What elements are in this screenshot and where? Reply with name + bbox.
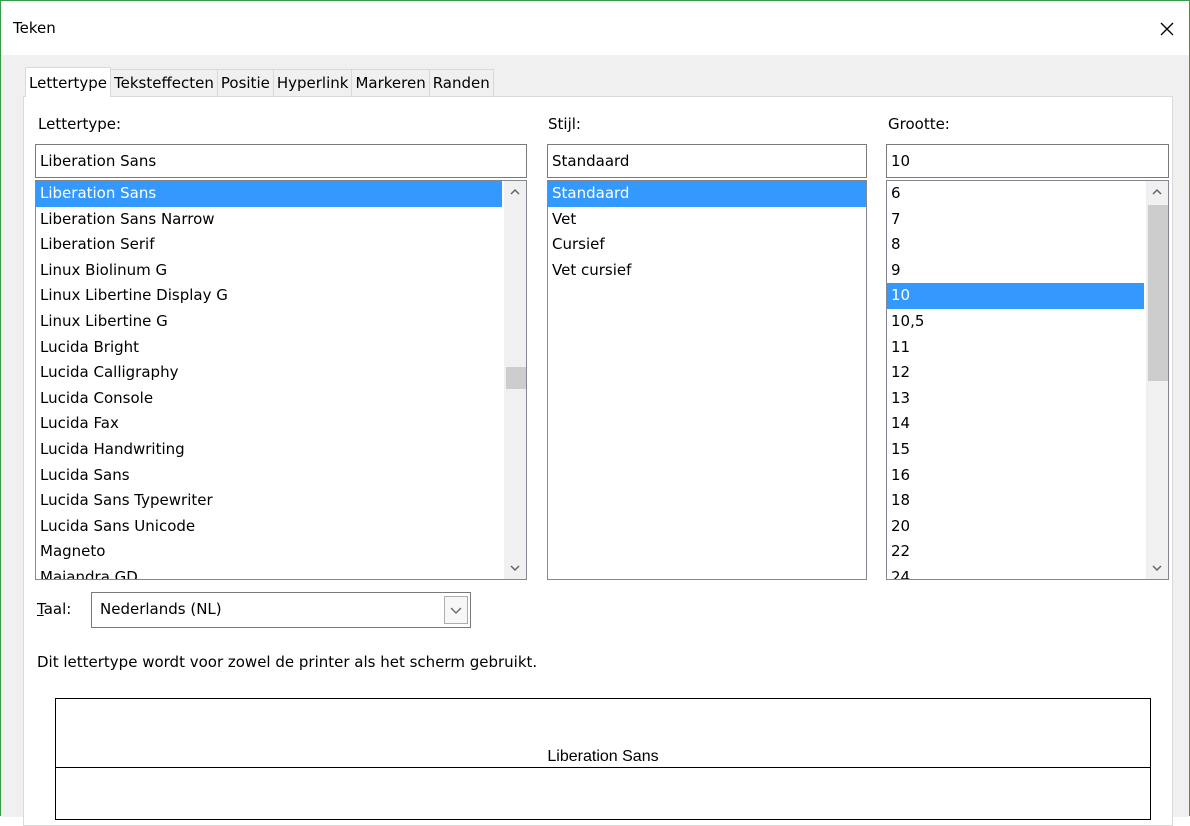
size-list-scrollbar[interactable] xyxy=(1146,181,1168,579)
font-list-item[interactable]: Lucida Sans Unicode xyxy=(36,514,502,540)
character-dialog: Teken Lettertype Teksteffecten Positie H… xyxy=(0,0,1190,826)
size-list-item[interactable]: 6 xyxy=(887,181,1144,207)
font-list-item[interactable]: Liberation Sans xyxy=(36,181,502,207)
preview-baseline xyxy=(56,767,1150,768)
font-list-item[interactable]: Lucida Fax xyxy=(36,411,502,437)
tab-positie[interactable]: Positie xyxy=(216,69,274,97)
style-list-item[interactable]: Vet cursief xyxy=(548,258,866,284)
style-list[interactable]: Standaard Vet Cursief Vet cursief xyxy=(547,180,867,580)
size-list-item[interactable]: 18 xyxy=(887,488,1144,514)
size-list-item[interactable]: 9 xyxy=(887,258,1144,284)
size-list-items: 6 7 8 9 10 10,5 11 12 13 14 15 16 18 20 22 24 xyxy=(887,181,1168,579)
style-list-item[interactable]: Vet xyxy=(548,207,866,233)
dropdown-arrow-button[interactable] xyxy=(444,596,468,624)
language-label-accelerator: T xyxy=(37,600,44,618)
scrollbar-thumb[interactable] xyxy=(1148,205,1168,381)
chevron-up-icon xyxy=(510,189,520,195)
tab-teksteffecten[interactable]: Teksteffecten xyxy=(110,69,218,97)
size-list-item[interactable]: 16 xyxy=(887,463,1144,489)
style-field[interactable]: Standaard xyxy=(547,144,867,178)
chevron-down-icon xyxy=(1152,565,1162,571)
tab-markeren[interactable]: Markeren xyxy=(351,69,430,97)
style-label: Stijl: xyxy=(548,115,581,133)
font-info-text: Dit lettertype wordt voor zowel de print… xyxy=(37,653,538,671)
font-list-item[interactable]: Lucida Calligraphy xyxy=(36,360,502,386)
size-list-item[interactable]: 13 xyxy=(887,386,1144,412)
chevron-down-icon xyxy=(510,565,520,571)
tab-lettertype[interactable]: Lettertype xyxy=(25,67,111,97)
preview-text: Liberation Sans xyxy=(545,748,661,765)
size-list-item[interactable]: 22 xyxy=(887,539,1144,565)
tab-hyperlink[interactable]: Hyperlink xyxy=(272,69,353,97)
size-list-item[interactable]: 7 xyxy=(887,207,1144,233)
font-list-item[interactable]: Lucida Bright xyxy=(36,335,502,361)
font-list-item[interactable]: Lucida Handwriting xyxy=(36,437,502,463)
window-title: Teken xyxy=(13,19,56,37)
font-list-item[interactable]: Lucida Sans xyxy=(36,463,502,489)
chevron-up-icon xyxy=(1152,189,1162,195)
close-button[interactable] xyxy=(1145,9,1189,49)
font-list-item[interactable]: Lucida Sans Typewriter xyxy=(36,488,502,514)
chevron-down-icon xyxy=(450,607,462,614)
style-list-item[interactable]: Cursief xyxy=(548,232,866,258)
font-list-item[interactable]: Magneto xyxy=(36,539,502,565)
size-list-item[interactable]: 11 xyxy=(887,335,1144,361)
size-list-item[interactable]: 10 xyxy=(887,283,1144,309)
preview-text-row: Liberation Sans xyxy=(56,747,1150,766)
font-list[interactable]: Liberation Sans Liberation Sans Narrow Lib… xyxy=(35,180,527,580)
font-list-item[interactable]: Liberation Serif xyxy=(36,232,502,258)
language-label: Taal: xyxy=(37,600,71,618)
font-list-items: Liberation Sans Liberation Sans Narrow Lib… xyxy=(36,181,526,579)
size-list-item[interactable]: 12 xyxy=(887,360,1144,386)
scroll-down-button[interactable] xyxy=(1146,557,1168,579)
font-list-item[interactable]: Maiandra GD xyxy=(36,565,502,579)
font-list-item[interactable]: Linux Libertine Display G xyxy=(36,283,502,309)
close-icon xyxy=(1160,22,1174,36)
scroll-up-button[interactable] xyxy=(1146,181,1168,203)
font-list-item[interactable]: Linux Biolinum G xyxy=(36,258,502,284)
font-label: Lettertype: xyxy=(38,115,122,133)
tab-randen[interactable]: Randen xyxy=(428,69,494,97)
language-label-text: aal: xyxy=(43,600,72,618)
size-list-item[interactable]: 14 xyxy=(887,411,1144,437)
size-list[interactable]: 6 7 8 9 10 10,5 11 12 13 14 15 16 18 20 22 24 xyxy=(886,180,1169,580)
font-list-item[interactable]: Linux Libertine G xyxy=(36,309,502,335)
size-list-item[interactable]: 24 xyxy=(887,565,1144,579)
size-field[interactable]: 10 xyxy=(886,144,1169,178)
font-preview: Liberation Sans xyxy=(55,698,1151,820)
scroll-down-button[interactable] xyxy=(504,557,526,579)
style-list-item[interactable]: Standaard xyxy=(548,181,866,207)
font-name-field[interactable]: Liberation Sans xyxy=(35,144,527,178)
scrollbar-thumb[interactable] xyxy=(506,367,526,389)
font-list-item[interactable]: Liberation Sans Narrow xyxy=(36,207,502,233)
size-list-item[interactable]: 20 xyxy=(887,514,1144,540)
size-list-item[interactable]: 10,5 xyxy=(887,309,1144,335)
language-select[interactable]: Nederlands (NL) xyxy=(91,592,471,628)
tab-bar: Lettertype Teksteffecten Positie Hyperli… xyxy=(25,67,494,97)
size-list-item[interactable]: 15 xyxy=(887,437,1144,463)
size-list-item[interactable]: 8 xyxy=(887,232,1144,258)
style-list-items: Standaard Vet Cursief Vet cursief xyxy=(548,181,866,283)
size-label: Grootte: xyxy=(888,115,950,133)
language-select-value: Nederlands (NL) xyxy=(100,600,222,618)
font-list-scrollbar[interactable] xyxy=(504,181,526,579)
title-bar: Teken xyxy=(1,1,1189,55)
scroll-up-button[interactable] xyxy=(504,181,526,203)
font-list-item[interactable]: Lucida Console xyxy=(36,386,502,412)
